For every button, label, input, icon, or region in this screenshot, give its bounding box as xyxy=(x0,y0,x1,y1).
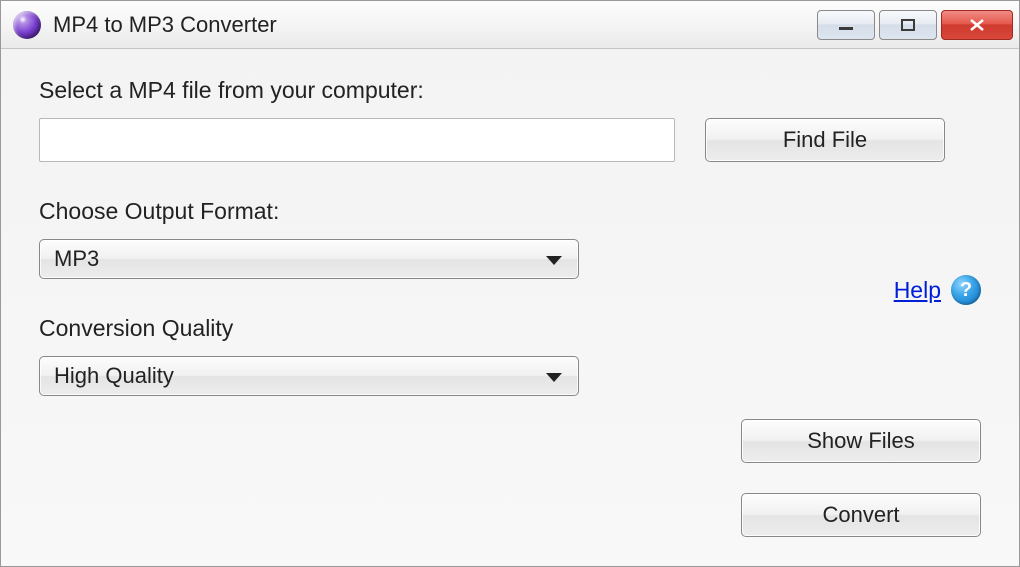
app-window: MP4 to MP3 Converter Select a M xyxy=(0,0,1020,567)
format-selected-value: MP3 xyxy=(54,246,99,272)
file-select-section: Select a MP4 file from your computer: Fi… xyxy=(39,77,981,162)
content-area: Select a MP4 file from your computer: Fi… xyxy=(1,49,1019,566)
format-dropdown[interactable]: MP3 xyxy=(39,239,579,279)
format-section: Choose Output Format: MP3 xyxy=(39,198,981,279)
close-icon xyxy=(968,18,986,32)
output-format-label: Choose Output Format: xyxy=(39,198,981,225)
help-link[interactable]: Help xyxy=(894,277,941,304)
close-button[interactable] xyxy=(941,10,1013,40)
minimize-button[interactable] xyxy=(817,10,875,40)
quality-label: Conversion Quality xyxy=(39,315,981,342)
quality-selected-value: High Quality xyxy=(54,363,174,389)
show-files-button[interactable]: Show Files xyxy=(741,419,981,463)
convert-button[interactable]: Convert xyxy=(741,493,981,537)
window-title: MP4 to MP3 Converter xyxy=(53,12,817,38)
quality-section: Conversion Quality High Quality xyxy=(39,315,981,396)
app-icon xyxy=(13,11,41,39)
chevron-down-icon xyxy=(546,246,562,272)
help-icon[interactable]: ? xyxy=(951,275,981,305)
file-path-input[interactable] xyxy=(39,118,675,162)
maximize-icon xyxy=(899,18,917,32)
find-file-button[interactable]: Find File xyxy=(705,118,945,162)
titlebar: MP4 to MP3 Converter xyxy=(1,1,1019,49)
maximize-button[interactable] xyxy=(879,10,937,40)
quality-dropdown[interactable]: High Quality xyxy=(39,356,579,396)
chevron-down-icon xyxy=(546,363,562,389)
file-row: Find File xyxy=(39,118,981,162)
window-controls xyxy=(817,10,1013,40)
help-area: Help ? xyxy=(894,275,981,305)
right-buttons: Show Files Convert xyxy=(741,419,981,537)
select-file-label: Select a MP4 file from your computer: xyxy=(39,77,981,104)
quality-row: High Quality xyxy=(39,356,981,396)
minimize-icon xyxy=(837,18,855,32)
